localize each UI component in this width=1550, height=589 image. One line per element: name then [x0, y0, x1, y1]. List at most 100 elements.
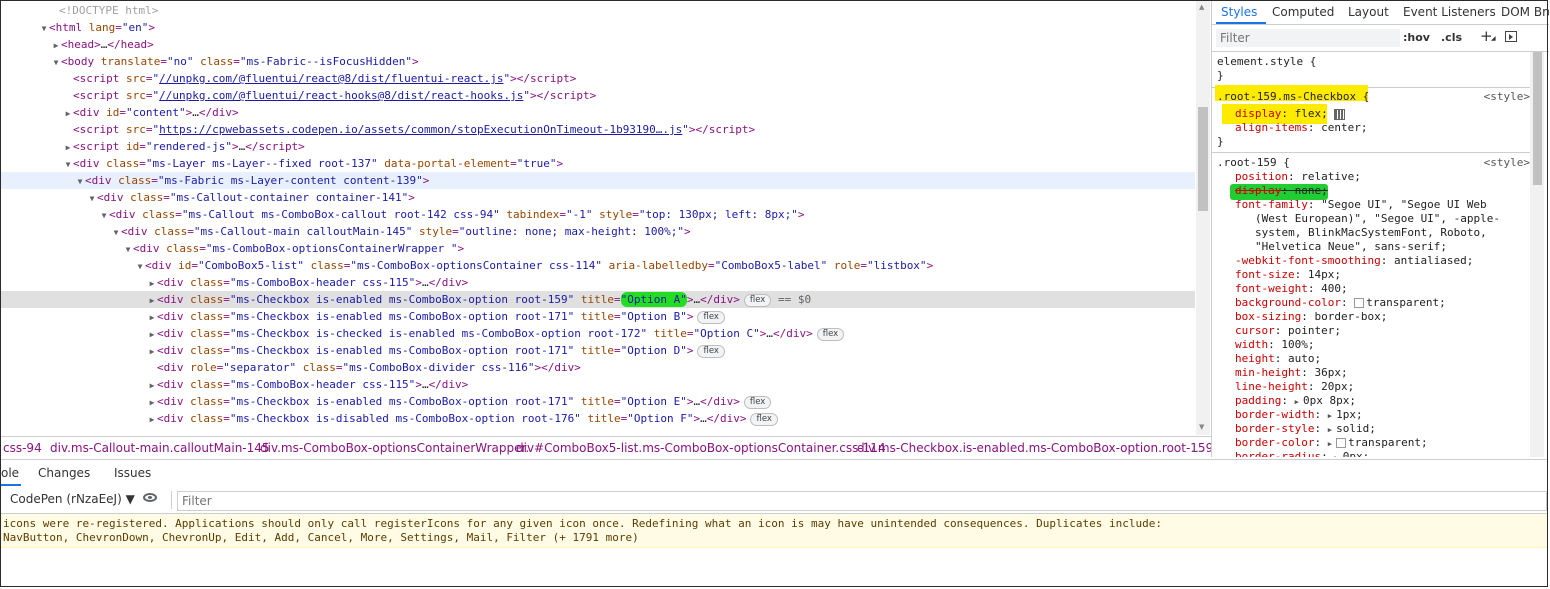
expand-triangle-closed-icon[interactable]: ▶ — [147, 309, 157, 326]
breadcrumb-item-current[interactable]: div.ms-Checkbox.is-enabled.ms-ComboBox-o… — [857, 441, 1211, 455]
css-property-background-color[interactable]: background-color: transparent; — [1235, 296, 1446, 310]
element-style-selector[interactable]: element.style { — [1217, 55, 1316, 69]
css-property-position[interactable]: position: relative; — [1235, 170, 1361, 184]
tab-dom-breakpoints[interactable]: DOM Bre — [1501, 5, 1549, 19]
javascript-context-select[interactable]: CodePen (rNzaEeJ) ▼ — [10, 492, 135, 506]
styles-scrollbar-thumb[interactable] — [1533, 52, 1542, 185]
tab-computed[interactable]: Computed — [1272, 5, 1334, 19]
breadcrumb-overflow[interactable]: … — [1191, 441, 1203, 455]
color-swatch-icon[interactable] — [1336, 438, 1347, 448]
expand-triangle-closed-icon[interactable]: ▶ — [147, 343, 157, 360]
dom-node-row[interactable]: ▼ <div class="ms-Callout-container contai… — [1, 189, 1195, 206]
tab-event-listeners[interactable]: Event Listeners — [1403, 5, 1496, 19]
dom-node-row[interactable]: ▼ <div class="ms-Callout-main calloutMain… — [1, 223, 1195, 240]
elements-tree[interactable]: <!DOCTYPE html> ▼ <html lang="en"> ▶ <head>…… — [1, 1, 1195, 435]
dom-node-row[interactable]: ▶ <head>…</head> — [1, 36, 1195, 53]
dom-node-row[interactable]: <script src="//unpkg.com/@fluentui/react… — [1, 87, 1195, 104]
css-property-border-width[interactable]: border-width: ▶ 1px; — [1235, 408, 1363, 422]
dom-node-row[interactable]: <script src="//unpkg.com/@fluentui/react… — [1, 70, 1195, 87]
css-value-continuation[interactable]: "Helvetica Neue", sans-serif; — [1255, 240, 1447, 254]
rule-selector-root-159[interactable]: .root-159 { — [1217, 156, 1290, 170]
css-property-font-size[interactable]: font-size: 14px; — [1235, 268, 1341, 282]
expand-triangle-open-icon[interactable]: ▼ — [135, 258, 145, 275]
color-swatch-icon[interactable] — [1354, 298, 1365, 308]
expand-triangle-closed-icon[interactable]: ▶ — [147, 292, 157, 309]
dom-node-row[interactable]: ▶ <div class="ms-Checkbox is-disabled ms-… — [1, 410, 1195, 427]
expand-triangle-open-icon[interactable]: ▼ — [111, 224, 121, 241]
dom-node-row[interactable]: ▶ <div id="content">…</div> — [1, 104, 1195, 121]
css-property-min-height[interactable]: min-height: 36px; — [1235, 366, 1348, 380]
expand-triangle-closed-icon[interactable]: ▶ — [147, 411, 157, 428]
expand-shorthand-icon[interactable]: ▶ — [1328, 440, 1336, 448]
expand-triangle-open-icon[interactable]: ▼ — [51, 54, 61, 71]
dom-node-row[interactable]: ▼ <div class="ms-ComboBox-optionsContaine… — [1, 240, 1195, 257]
hov-toggle-button[interactable]: :hov — [1403, 31, 1430, 44]
dom-node-row[interactable]: ▶ <div class="ms-Checkbox is-enabled ms-C… — [1, 342, 1195, 359]
breadcrumb-item[interactable]: css-94 — [3, 441, 42, 455]
expand-triangle-closed-icon[interactable]: ▶ — [63, 105, 73, 122]
css-property-cursor[interactable]: cursor: pointer; — [1235, 324, 1341, 338]
styles-scrollbar[interactable] — [1530, 52, 1544, 457]
styles-filter-input[interactable] — [1216, 29, 1400, 47]
dom-node-row[interactable]: ▶ <div class="ms-Checkbox is-enabled ms-C… — [1, 393, 1195, 410]
expand-triangle-closed-icon[interactable]: ▶ — [147, 394, 157, 411]
css-property-box-sizing[interactable]: box-sizing: border-box; — [1235, 310, 1387, 324]
expand-triangle-closed-icon[interactable]: ▶ — [147, 275, 157, 292]
dom-node-row[interactable]: ▼ <div class="ms-Callout ms-ComboBox-call… — [1, 206, 1195, 223]
console-warning-message[interactable]: icons were re-registered. Applications s… — [1, 514, 1548, 548]
css-property-display-flex[interactable]: display: flex; — [1235, 107, 1346, 121]
expand-shorthand-icon[interactable]: ▶ — [1334, 454, 1342, 457]
toggle-sidebar-icon[interactable] — [1505, 31, 1517, 42]
dom-node-row[interactable]: ▼ <div class="ms-Layer ms-Layer--fixed ro… — [1, 155, 1195, 172]
css-property-border-style[interactable]: border-style: ▶ solid; — [1235, 422, 1376, 436]
dom-node-row[interactable]: ▶ <div class="ms-ComboBox-header css-115"… — [1, 376, 1195, 393]
console-filter-input[interactable] — [177, 491, 1547, 511]
rule-origin-style[interactable]: <style> — [1484, 90, 1530, 103]
dom-node-row[interactable]: <script src="https://cpwebassets.codepen… — [1, 121, 1195, 138]
dom-node-row[interactable]: ▶ <div class="ms-ComboBox-header css-115"… — [1, 274, 1195, 291]
dom-node-row[interactable]: ▼ <html lang="en"> — [1, 19, 1195, 36]
expand-triangle-closed-icon[interactable]: ▶ — [51, 37, 61, 54]
rule-selector-root-159-checkbox[interactable]: .root-159.ms-Checkbox { — [1217, 90, 1369, 104]
css-property-font-family[interactable]: font-family: "Segoe UI", "Segoe UI Web — [1235, 198, 1487, 212]
css-value-continuation[interactable]: (West European)", "Segoe UI", -apple- — [1255, 212, 1500, 226]
expand-triangle-open-icon[interactable]: ▼ — [39, 20, 49, 37]
expand-shorthand-icon[interactable]: ▶ — [1295, 398, 1303, 406]
expand-triangle-closed-icon[interactable]: ▶ — [147, 326, 157, 343]
expand-shorthand-icon[interactable]: ▶ — [1328, 426, 1336, 434]
expand-triangle-closed-icon[interactable]: ▶ — [147, 377, 157, 394]
expand-triangle-open-icon[interactable]: ▼ — [123, 241, 133, 258]
expand-triangle-open-icon[interactable]: ▼ — [75, 173, 85, 190]
css-property-padding[interactable]: padding: ▶ 0px 8px; — [1235, 394, 1356, 408]
elements-scrollbar[interactable]: ▲ ▼ — [1196, 1, 1210, 435]
scroll-down-arrow-icon[interactable]: ▼ — [1199, 423, 1204, 431]
dom-node-row[interactable]: <div role="separator" class="ms-ComboBox… — [1, 359, 1195, 376]
expand-shorthand-icon[interactable]: ▶ — [1328, 412, 1336, 420]
css-property-line-height[interactable]: line-height: 20px; — [1235, 380, 1354, 394]
tab-styles[interactable]: Styles — [1221, 5, 1257, 19]
flexbox-editor-icon[interactable] — [1334, 108, 1346, 120]
css-property-height[interactable]: height: auto; — [1235, 352, 1321, 366]
css-property-border-radius[interactable]: border-radius: ▶ 0px; — [1235, 450, 1369, 457]
css-property-border-color[interactable]: border-color: ▶ transparent; — [1235, 436, 1428, 450]
expand-triangle-open-icon[interactable]: ▼ — [99, 207, 109, 224]
css-property--webkit-font-smoothing[interactable]: -webkit-font-smoothing: antialiased; — [1235, 254, 1473, 268]
breadcrumb-item[interactable]: div.ms-Callout-main.calloutMain-145 — [50, 441, 270, 455]
dom-node-row[interactable]: <!DOCTYPE html> — [1, 2, 1195, 19]
tab-layout[interactable]: Layout — [1348, 5, 1389, 19]
rule-origin-style[interactable]: <style> — [1484, 156, 1530, 169]
tab-changes[interactable]: Changes — [38, 466, 90, 480]
css-property-align-items[interactable]: align-items: center; — [1235, 121, 1367, 135]
expand-triangle-closed-icon[interactable]: ▶ — [63, 139, 73, 156]
css-property-display[interactable]: display: none; — [1235, 184, 1328, 198]
tab-issues[interactable]: Issues — [114, 466, 151, 480]
elements-scrollbar-thumb[interactable] — [1198, 107, 1208, 211]
expand-triangle-open-icon[interactable]: ▼ — [87, 190, 97, 207]
dom-node-row[interactable]: ▶ <div class="ms-Checkbox is-enabled ms-C… — [1, 308, 1195, 325]
dom-node-row[interactable]: ▼ <div class="ms-Fabric ms-Layer-content … — [1, 172, 1195, 189]
breadcrumb-item[interactable]: div#ComboBox5-list.ms-ComboBox-optionsCo… — [516, 441, 886, 455]
dom-node-row[interactable]: ▶ <script id="rendered-js">…</script> — [1, 138, 1195, 155]
css-property-width[interactable]: width: 100%; — [1235, 338, 1315, 352]
dom-node-row[interactable]: ▶ <div class="ms-Checkbox is-enabled ms-C… — [1, 291, 1195, 308]
expand-triangle-open-icon[interactable]: ▼ — [63, 156, 73, 173]
